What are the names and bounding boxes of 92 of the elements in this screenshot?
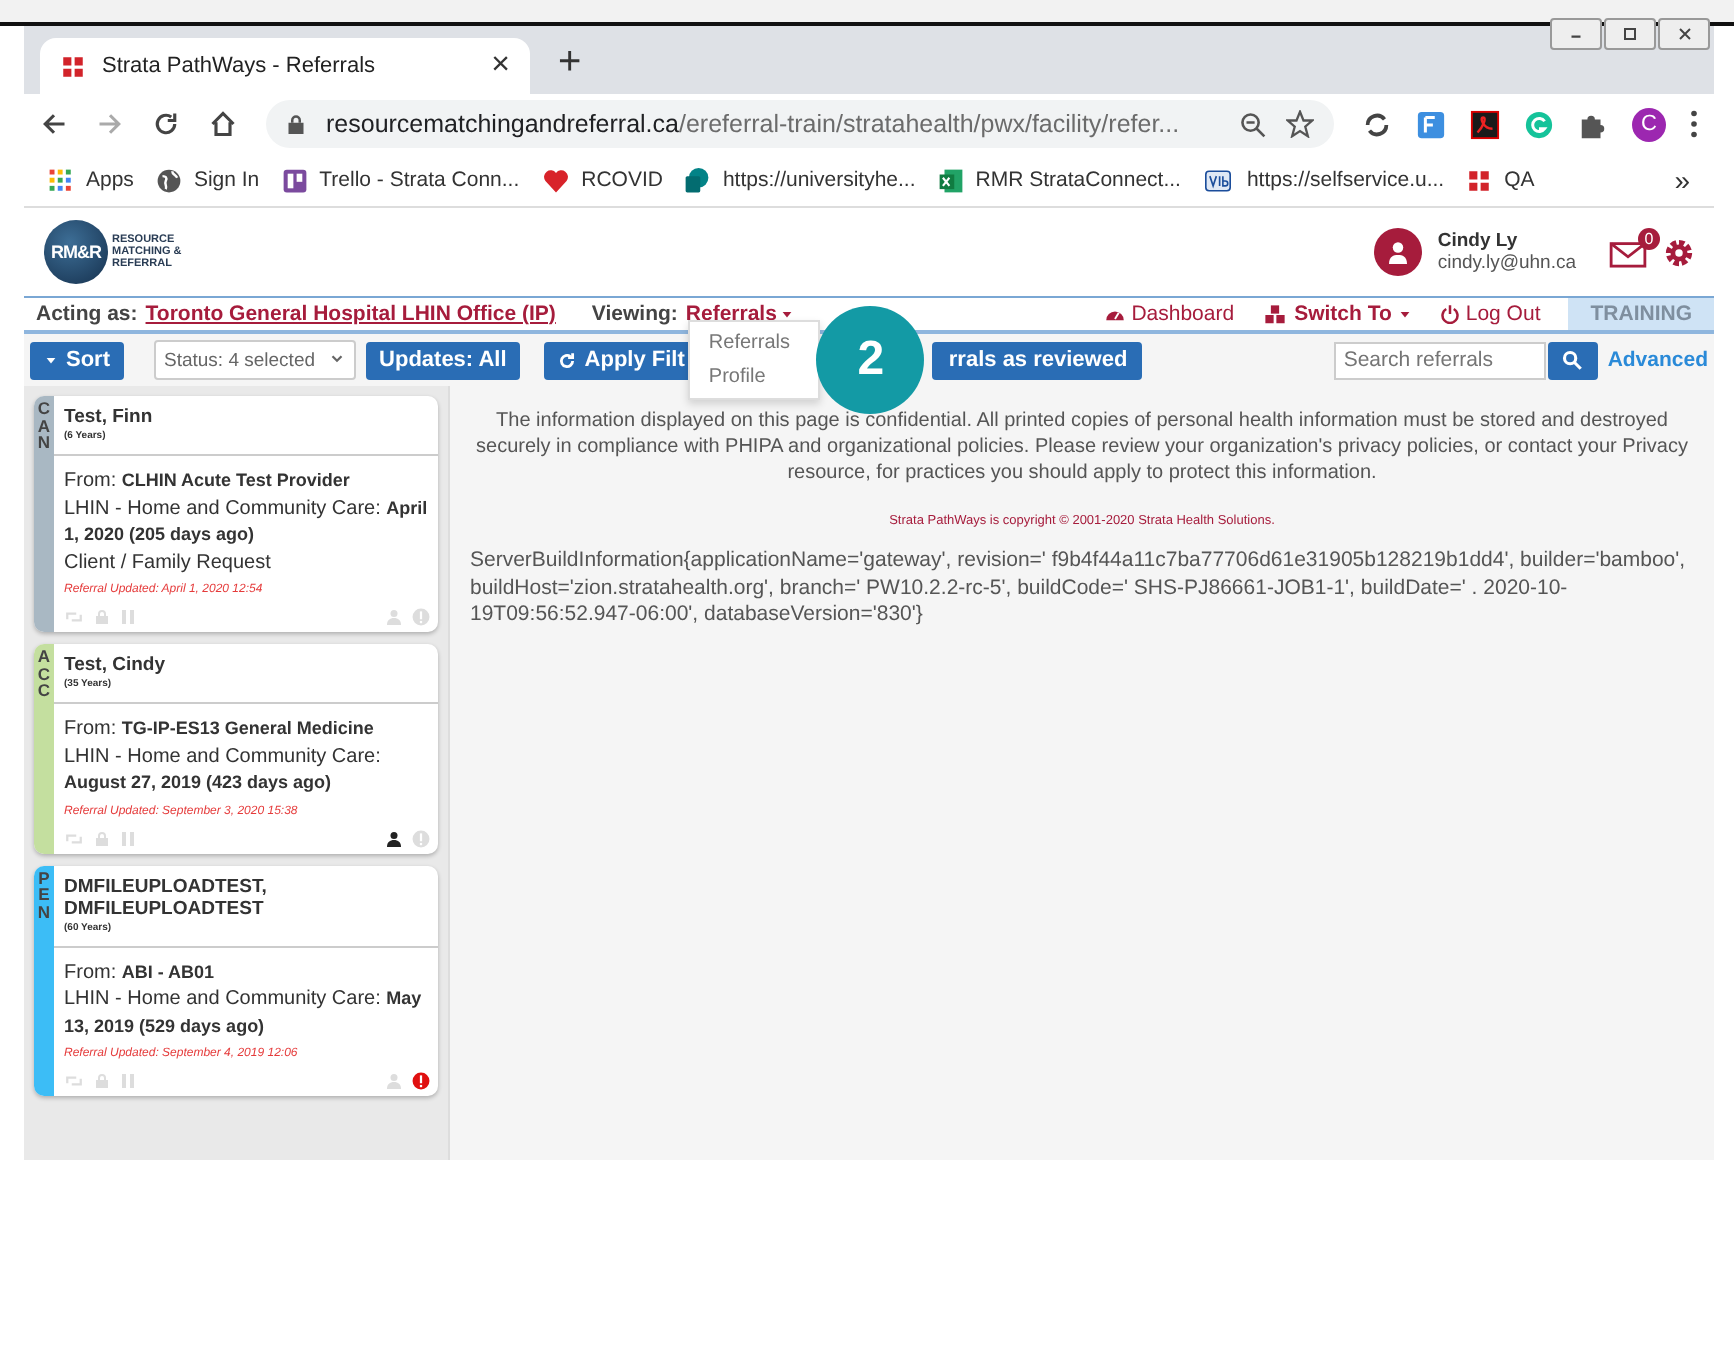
- profile-avatar[interactable]: C: [1632, 107, 1666, 141]
- retweet-icon: [64, 1072, 84, 1090]
- user-email: cindy.ly@uhn.ca: [1437, 252, 1576, 274]
- board-icon: [281, 167, 308, 193]
- lock-icon: [286, 112, 306, 136]
- globe-icon: [155, 167, 182, 193]
- retweet-icon: [64, 829, 84, 847]
- bookmark[interactable]: QA: [1466, 167, 1535, 193]
- lock-icon: [94, 829, 110, 847]
- lock-icon: [94, 608, 110, 626]
- apply-filter-button[interactable]: Apply Filt: [544, 341, 689, 379]
- pause-icon: [120, 829, 136, 847]
- grid-icon: [48, 167, 74, 193]
- viewing-label: Viewing:: [591, 302, 678, 326]
- vip-icon: [1202, 167, 1235, 193]
- tab-close-button[interactable]: ×: [491, 48, 510, 84]
- patient-name: Test, Cindy: [64, 654, 167, 676]
- close-button[interactable]: [1658, 18, 1710, 50]
- bookmark[interactable]: https://universityhe...: [684, 167, 916, 193]
- sort-button[interactable]: Sort: [30, 341, 124, 379]
- referral-service: LHIN - Home and Community Care: April 1, 2020 (205 days ago): [64, 495, 430, 548]
- environment-label: TRAINING: [1568, 298, 1714, 330]
- pdf-icon: [1470, 109, 1500, 139]
- updates-button[interactable]: Updates: All: [365, 341, 521, 379]
- user-icon: [1385, 240, 1410, 264]
- referral-source: From: CLHIN Acute Test Provider: [64, 468, 352, 495]
- restore-button[interactable]: [1604, 18, 1656, 50]
- zoom-icon: [1240, 111, 1266, 137]
- referral-reason: Client / Family Request: [64, 549, 273, 576]
- star-icon: [1286, 110, 1314, 138]
- restore-icon: [1620, 26, 1640, 42]
- mail-count: 0: [1638, 227, 1660, 249]
- caret-icon: [1397, 309, 1412, 319]
- close-icon: [1675, 26, 1693, 42]
- kebab-menu-icon: [1690, 110, 1698, 138]
- back-icon: [40, 110, 68, 138]
- bookmark[interactable]: RCOVID: [541, 167, 663, 193]
- menu-item[interactable]: Profile: [690, 359, 784, 393]
- address-bar[interactable]: resourcematchingandreferral.ca/ereferral-train/stratahealth/pwx/facility/refer...: [266, 100, 1334, 148]
- status-code: ACC: [35, 644, 53, 704]
- sync-icon: [1362, 109, 1392, 139]
- extension-square-icon: [1416, 109, 1446, 139]
- grammar-icon: [1524, 109, 1554, 139]
- reload-icon: [152, 110, 180, 138]
- build-info: ServerBuildInformation{applicationName='gateway', revision=' f9b4f44a11c7ba77706d61e31905b128219b1dd4', builder='bamboo', buildHost='zion.stratahealth.org', branch=' PW10.2.2-rc-5', buildCode=' SHS-PJ86661-JOB1-1', buildDate=' . 2020-10-19T09:56:52.947-06:00', databaseVersion='830'}: [470, 548, 1688, 630]
- nav-link[interactable]: Dashboard: [1103, 302, 1235, 326]
- referral-source: From: TG-IP-ES13 General Medicine: [64, 716, 376, 743]
- status-code: CAN: [35, 396, 53, 456]
- retweet-icon: [64, 608, 84, 626]
- viewing-dropdown[interactable]: Referrals: [685, 302, 795, 326]
- new-tab-button[interactable]: +: [558, 40, 582, 86]
- patient-name: DMFILEUPLOADTEST, DMFILEUPLOADTEST: [64, 875, 269, 919]
- search-field[interactable]: Search referrals: [1333, 341, 1546, 379]
- chevron-down-icon: [327, 354, 346, 366]
- bookmark[interactable]: Sign In: [155, 167, 260, 193]
- user-avatar[interactable]: [1373, 228, 1422, 276]
- pause-icon: [120, 608, 136, 626]
- nav-link[interactable]: Switch To: [1262, 302, 1412, 326]
- settings-icon: [1664, 237, 1694, 267]
- search-button[interactable]: [1547, 341, 1598, 379]
- mark-reviewed-button[interactable]: rrals as reviewed: [932, 341, 1142, 379]
- lock-icon: [94, 1072, 110, 1090]
- heart-icon: [541, 167, 570, 193]
- forward-icon: [96, 110, 124, 138]
- acting-as-label: Acting as:: [36, 302, 138, 326]
- user-name: Cindy Ly: [1437, 230, 1520, 252]
- bookmark[interactable]: https://selfservice.u...: [1202, 167, 1445, 193]
- status-code: PEN: [35, 865, 53, 925]
- refresh-icon: [558, 351, 577, 369]
- referral-service: LHIN - Home and Community Care: August 27, 2019 (423 days ago): [64, 743, 383, 796]
- power-icon: [1439, 304, 1460, 324]
- pause-icon: [120, 1072, 136, 1090]
- bookmark[interactable]: Apps: [48, 167, 134, 193]
- referral-service: LHIN - Home and Community Care: May 13, 2019 (529 days ago): [64, 986, 424, 1040]
- spreadsheet-icon: [937, 167, 964, 193]
- logo-mark: RM&R: [44, 220, 108, 284]
- caret-icon: [44, 355, 58, 365]
- browser-tab[interactable]: Strata PathWays - Referrals ×: [40, 38, 530, 94]
- nav-link[interactable]: Log Out: [1439, 302, 1541, 326]
- status-select[interactable]: Status: 4 selected: [154, 340, 356, 380]
- more-bookmarks-button[interactable]: »: [1674, 164, 1690, 196]
- home-icon: [208, 110, 238, 138]
- organization-link[interactable]: Toronto General Hospital LHIN Office (IP): [145, 302, 556, 326]
- mail-icon: [1608, 237, 1648, 267]
- referral-source: From: ABI - AB01: [64, 959, 217, 986]
- bookmark[interactable]: RMR StrataConnect...: [937, 167, 1181, 193]
- menu-item[interactable]: Referrals: [690, 325, 808, 359]
- cubes-icon: [1262, 303, 1289, 325]
- search-icon: [1562, 350, 1583, 370]
- confidentiality-notice: The information displayed on this page is confidential. All printed copies of personal health information must be stored and destroyed securely in compliance with PHIPA and organizational policies. Please review your organization's privacy policies, or contact your Privacy resource, for practices you should apply to protect this information.: [474, 408, 1690, 486]
- patient-name: Test, Finn: [64, 406, 155, 428]
- bookmark[interactable]: Trello - Strata Conn...: [281, 167, 520, 193]
